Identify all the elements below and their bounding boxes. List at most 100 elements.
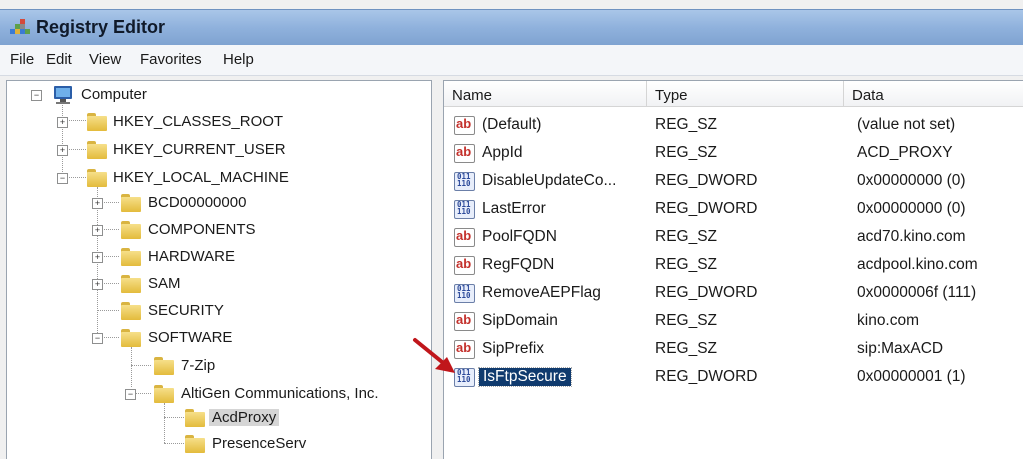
value-name: SipPrefix bbox=[482, 340, 545, 357]
title-bar[interactable]: Registry Editor bbox=[0, 9, 1023, 46]
value-row[interactable]: 011 110 RemoveAEPFlag REG_DWORD 0x0000006f (… bbox=[444, 279, 1023, 307]
menu-help[interactable]: Help bbox=[223, 51, 254, 68]
expand-icon[interactable]: + bbox=[57, 117, 68, 128]
expand-icon[interactable]: + bbox=[92, 252, 103, 263]
value-data: 0x00000000 (0) bbox=[857, 172, 966, 189]
value-name: DisableUpdateCo... bbox=[482, 172, 617, 189]
collapse-icon[interactable]: − bbox=[31, 90, 42, 101]
tree-label: Computer bbox=[81, 86, 147, 103]
tree-label: SAM bbox=[148, 275, 181, 292]
binary-value-icon: 011 110 bbox=[454, 200, 475, 219]
menu-view[interactable]: View bbox=[89, 51, 121, 68]
folder-icon bbox=[185, 435, 205, 453]
value-name: RegFQDN bbox=[482, 256, 555, 273]
folder-icon bbox=[121, 302, 141, 320]
tree-label: HKEY_LOCAL_MACHINE bbox=[113, 169, 289, 186]
annotation-arrow-icon bbox=[413, 338, 455, 373]
tree-item-components[interactable]: + COMPONENTS bbox=[7, 219, 427, 243]
folder-icon bbox=[154, 357, 174, 375]
value-type: REG_SZ bbox=[655, 312, 718, 329]
column-header-name[interactable]: Name bbox=[444, 81, 647, 107]
registry-tree-pane[interactable]: − Computer + HKEY_CLASSES_ROOT + HKEY_CU… bbox=[6, 80, 432, 459]
value-data: (value not set) bbox=[857, 116, 956, 133]
value-type: REG_DWORD bbox=[655, 284, 758, 301]
value-row[interactable]: ab SipPrefix REG_SZ sip:MaxACD bbox=[444, 335, 1023, 363]
value-data: ACD_PROXY bbox=[857, 144, 953, 161]
folder-icon bbox=[121, 221, 141, 239]
tree-item-hardware[interactable]: + HARDWARE bbox=[7, 246, 427, 270]
tree-label: COMPONENTS bbox=[148, 221, 256, 238]
collapse-icon[interactable]: − bbox=[57, 173, 68, 184]
menu-favorites[interactable]: Favorites bbox=[140, 51, 202, 68]
folder-open-icon bbox=[121, 329, 141, 347]
menu-file[interactable]: File bbox=[10, 51, 34, 68]
value-data: 0x0000006f (111) bbox=[857, 284, 977, 301]
folder-icon bbox=[121, 275, 141, 293]
string-value-icon: ab bbox=[454, 116, 475, 135]
tree-item-hkey-local-machine[interactable]: − HKEY_LOCAL_MACHINE bbox=[7, 167, 427, 191]
tree-item-hkey-current-user[interactable]: + HKEY_CURRENT_USER bbox=[7, 139, 427, 163]
tree-label: SECURITY bbox=[148, 302, 224, 319]
folder-open-icon bbox=[87, 169, 107, 187]
tree-item-sam[interactable]: + SAM bbox=[7, 273, 427, 297]
value-row[interactable]: 011 110 LastError REG_DWORD 0x00000000 (0) bbox=[444, 195, 1023, 223]
value-type: REG_SZ bbox=[655, 256, 718, 273]
value-name: IsFtpSecure bbox=[478, 367, 572, 387]
tree-item-7-zip[interactable]: 7-Zip bbox=[7, 355, 427, 379]
value-type: REG_DWORD bbox=[655, 368, 758, 385]
menu-bar: File Edit View Favorites Help bbox=[0, 45, 1023, 76]
value-type: REG_SZ bbox=[655, 340, 718, 357]
collapse-icon[interactable]: − bbox=[125, 389, 136, 400]
value-row[interactable]: 011 110 IsFtpSecure REG_DWORD 0x00000001 (1) bbox=[444, 363, 1023, 391]
collapse-icon[interactable]: − bbox=[92, 333, 103, 344]
value-name: RemoveAEPFlag bbox=[482, 284, 601, 301]
expand-icon[interactable]: + bbox=[92, 279, 103, 290]
tree-item-software[interactable]: − SOFTWARE bbox=[7, 327, 427, 351]
binary-value-icon: 011 110 bbox=[454, 284, 475, 303]
registry-editor-icon bbox=[10, 19, 30, 34]
value-row[interactable]: ab PoolFQDN REG_SZ acd70.kino.com bbox=[444, 223, 1023, 251]
value-name: SipDomain bbox=[482, 312, 558, 329]
tree-item-computer[interactable]: − Computer bbox=[7, 84, 427, 108]
tree-label: PresenceServ bbox=[212, 435, 307, 452]
value-data: sip:MaxACD bbox=[857, 340, 944, 357]
expand-icon[interactable]: + bbox=[92, 225, 103, 236]
tree-item-bcd00000000[interactable]: + BCD00000000 bbox=[7, 192, 427, 216]
value-data: 0x00000000 (0) bbox=[857, 200, 966, 217]
tree-label: SOFTWARE bbox=[148, 329, 233, 346]
folder-icon bbox=[121, 248, 141, 266]
tree-label: HKEY_CLASSES_ROOT bbox=[113, 113, 284, 130]
expand-icon[interactable]: + bbox=[57, 145, 68, 156]
folder-icon bbox=[87, 141, 107, 159]
value-data: 0x00000001 (1) bbox=[857, 368, 966, 385]
tree-label-selected: AcdProxy bbox=[209, 409, 280, 426]
string-value-icon: ab bbox=[454, 228, 475, 247]
value-row[interactable]: 011 110 DisableUpdateCo... REG_DWORD 0x00000… bbox=[444, 167, 1023, 195]
binary-value-icon: 011 110 bbox=[454, 172, 475, 191]
value-name: LastError bbox=[482, 200, 546, 217]
tree-label: HARDWARE bbox=[148, 248, 235, 265]
registry-values-pane[interactable]: Name Type Data ab (Default) REG_SZ (value n… bbox=[443, 80, 1023, 459]
tree-item-presenceserv[interactable]: PresenceServ bbox=[7, 433, 427, 457]
registry-editor-window: Registry Editor File Edit View Favorites… bbox=[0, 0, 1023, 459]
value-data: kino.com bbox=[857, 312, 920, 329]
value-row[interactable]: ab RegFQDN REG_SZ acdpool.kino.com bbox=[444, 251, 1023, 279]
value-row[interactable]: ab SipDomain REG_SZ kino.com bbox=[444, 307, 1023, 335]
pane-splitter[interactable] bbox=[432, 80, 442, 459]
value-type: REG_DWORD bbox=[655, 172, 758, 189]
column-header-type[interactable]: Type bbox=[647, 81, 844, 107]
tree-item-hkey-classes-root[interactable]: + HKEY_CLASSES_ROOT bbox=[7, 111, 427, 135]
menu-edit[interactable]: Edit bbox=[46, 51, 72, 68]
value-type: REG_SZ bbox=[655, 228, 718, 245]
tree-item-acdproxy[interactable]: AcdProxy bbox=[7, 407, 427, 431]
tree-label: HKEY_CURRENT_USER bbox=[113, 141, 286, 158]
string-value-icon: ab bbox=[454, 256, 475, 275]
value-row[interactable]: ab AppId REG_SZ ACD_PROXY bbox=[444, 139, 1023, 167]
value-row[interactable]: ab (Default) REG_SZ (value not set) bbox=[444, 111, 1023, 139]
tree-item-security[interactable]: SECURITY bbox=[7, 300, 427, 324]
value-name: AppId bbox=[482, 144, 523, 161]
expand-icon[interactable]: + bbox=[92, 198, 103, 209]
column-header-data[interactable]: Data bbox=[844, 81, 1023, 107]
tree-item-altigen-communications[interactable]: − AltiGen Communications, Inc. bbox=[7, 383, 427, 407]
value-name: (Default) bbox=[482, 116, 542, 133]
